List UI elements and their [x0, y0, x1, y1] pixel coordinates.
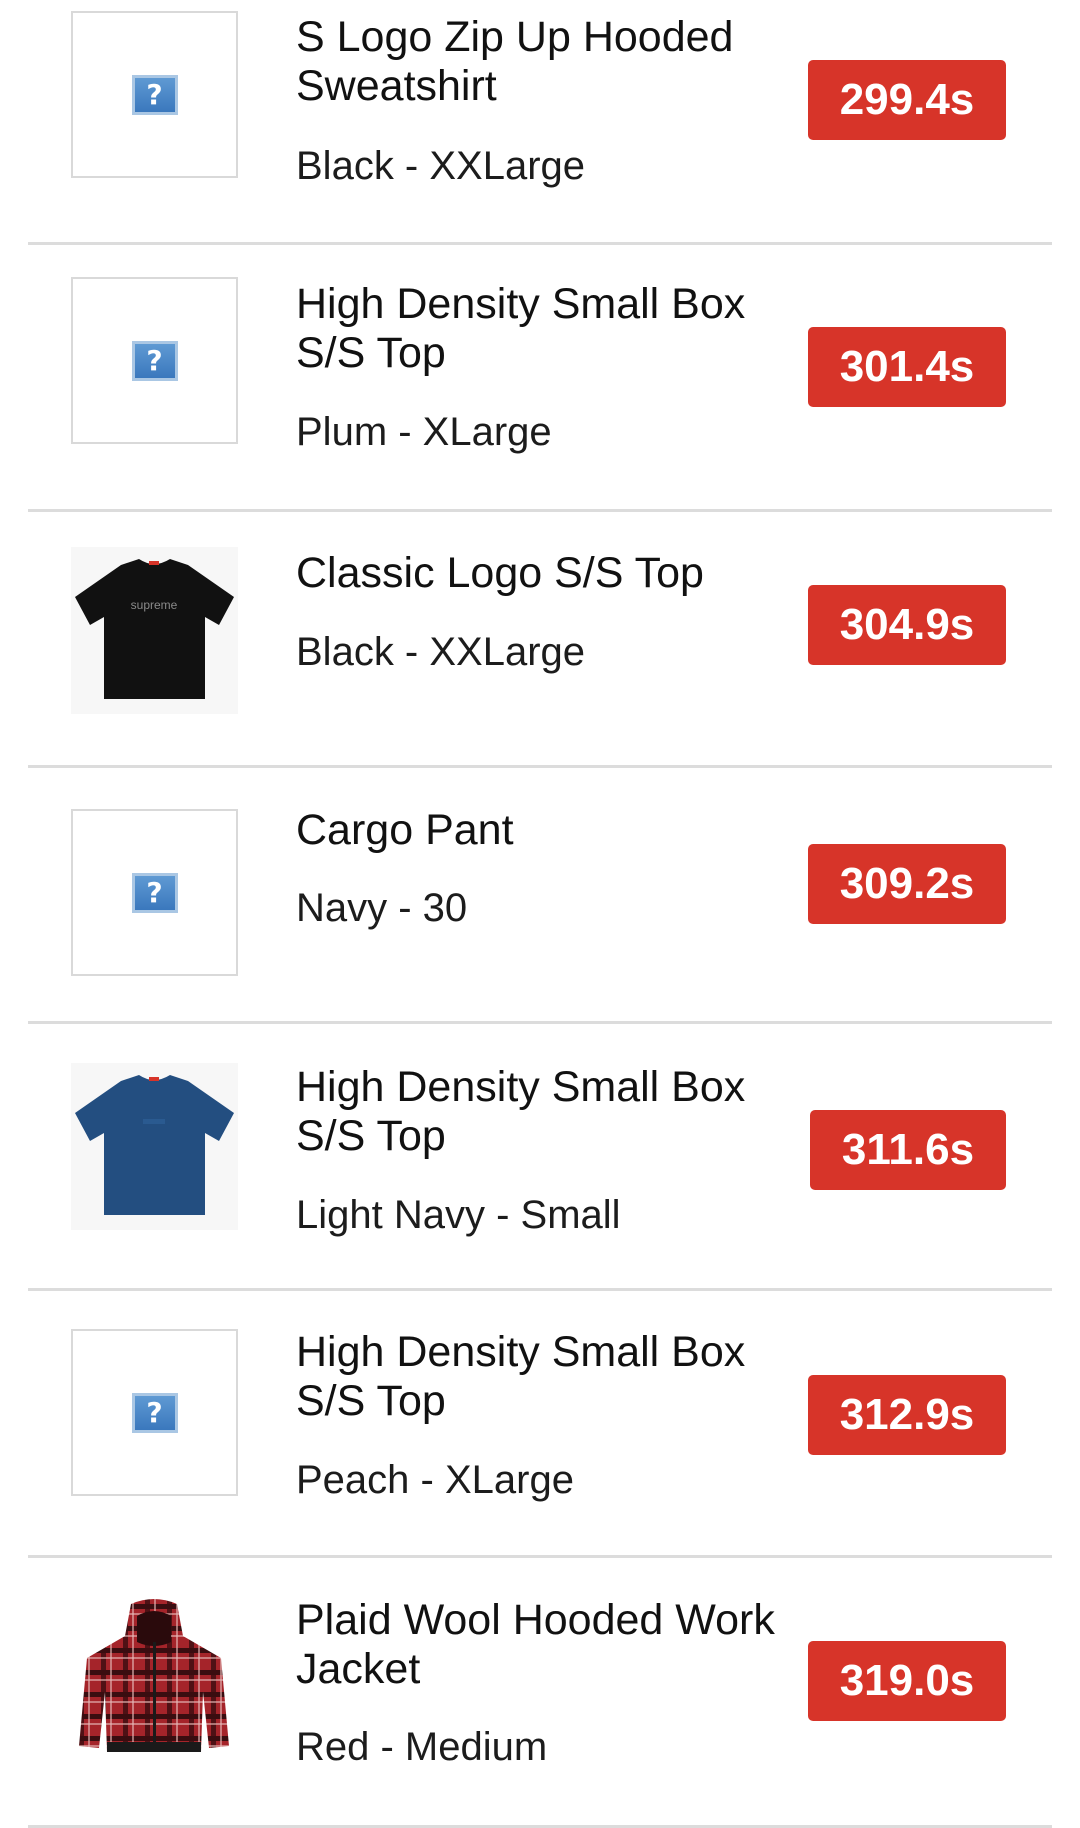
product-variant: Plum - XLarge	[296, 410, 552, 454]
time-badge: 301.4s	[808, 327, 1006, 407]
product-thumbnail	[71, 1063, 238, 1230]
product-thumbnail: ?	[71, 277, 238, 444]
product-thumbnail: ?	[71, 809, 238, 976]
list-item[interactable]: Plaid Wool Hooded Work Jacket Red - Medi…	[28, 1558, 1052, 1828]
product-variant: Light Navy - Small	[296, 1193, 621, 1237]
list-item[interactable]: ? High Density Small Box S/S Top Plum - …	[28, 245, 1052, 512]
list-item[interactable]: ? Cargo Pant Navy - 30 309.2s	[28, 768, 1052, 1024]
product-name: High Density Small Box S/S Top	[296, 1063, 746, 1160]
product-name: Cargo Pant	[296, 806, 514, 854]
broken-image-icon: ?	[131, 1392, 178, 1433]
list-item[interactable]: ? High Density Small Box S/S Top Peach -…	[28, 1291, 1052, 1558]
product-variant: Navy - 30	[296, 886, 468, 930]
time-badge: 299.4s	[808, 60, 1006, 140]
time-badge: 309.2s	[808, 844, 1006, 924]
time-badge: 319.0s	[808, 1641, 1006, 1721]
product-thumbnail: ?	[71, 1329, 238, 1496]
product-thumbnail: supreme	[71, 547, 238, 714]
product-thumbnail	[71, 1596, 238, 1763]
product-variant: Red - Medium	[296, 1725, 548, 1769]
product-variant: Black - XXLarge	[296, 144, 586, 188]
list-item[interactable]: High Density Small Box S/S Top Light Nav…	[28, 1024, 1052, 1291]
time-badge: 311.6s	[810, 1110, 1006, 1190]
broken-image-icon: ?	[131, 340, 178, 381]
product-name: Classic Logo S/S Top	[296, 549, 704, 597]
black-tee-image: supreme	[71, 547, 238, 714]
product-name: Plaid Wool Hooded Work Jacket	[296, 1596, 775, 1693]
list-item[interactable]: ? S Logo Zip Up Hooded Sweatshirt Black …	[28, 0, 1052, 245]
tee-print-text: supreme	[131, 598, 178, 612]
product-variant: Black - XXLarge	[296, 630, 586, 674]
broken-image-icon: ?	[131, 74, 178, 115]
product-name: High Density Small Box S/S Top	[296, 1328, 746, 1425]
product-name: High Density Small Box S/S Top	[296, 280, 746, 377]
plaid-jacket-image	[71, 1596, 238, 1763]
product-name: S Logo Zip Up Hooded Sweatshirt	[296, 13, 734, 110]
product-thumbnail: ?	[71, 11, 238, 178]
navy-tee-image	[71, 1063, 238, 1230]
time-badge: 312.9s	[808, 1375, 1006, 1455]
time-badge: 304.9s	[808, 585, 1006, 665]
product-list: ? S Logo Zip Up Hooded Sweatshirt Black …	[0, 0, 1080, 1828]
broken-image-icon: ?	[131, 872, 178, 913]
product-variant: Peach - XLarge	[296, 1458, 574, 1502]
list-item[interactable]: supreme Classic Logo S/S Top Black - XXL…	[28, 512, 1052, 768]
